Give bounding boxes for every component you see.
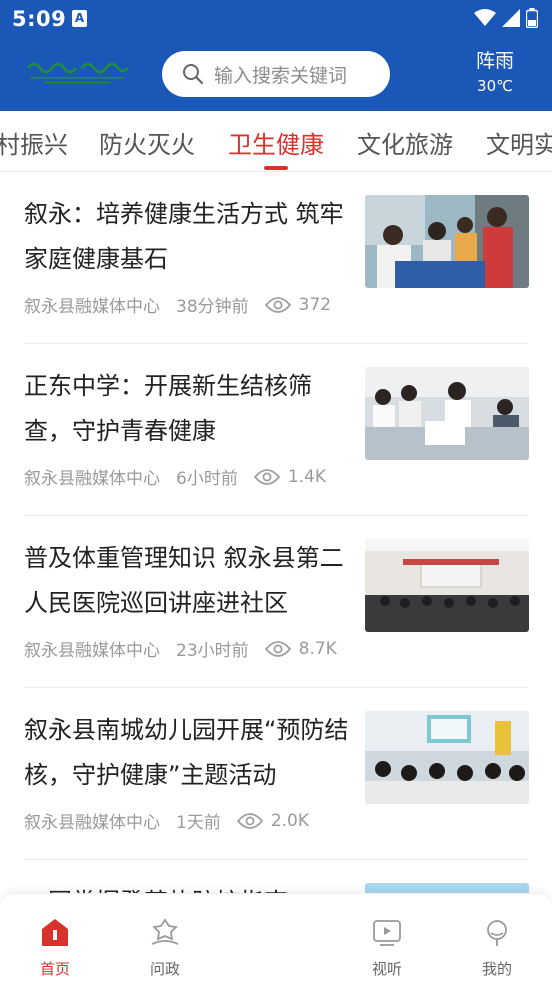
news-meta: 叙永县融媒体中心 38分钟前 372 [24, 292, 332, 318]
nav-home-label: 首页 [39, 960, 70, 978]
tab-civilization[interactable]: 文明实 [486, 125, 552, 160]
news-source: 叙永县融媒体中心 [24, 641, 160, 661]
news-views: 372 [298, 294, 332, 315]
news-thumbnail[interactable] [365, 195, 529, 288]
eye-icon [264, 296, 291, 314]
search-bar[interactable]: 输入搜索关键词 [162, 51, 390, 97]
nav-tv[interactable]: 视听 [347, 916, 427, 979]
tab-fire[interactable]: 防火灭火 [99, 125, 195, 160]
eye-icon [236, 812, 263, 830]
wifi-icon [474, 9, 496, 26]
news-meta: 叙永县融媒体中心 23小时前 8.7K [24, 636, 337, 662]
news-thumbnail[interactable] [365, 539, 529, 632]
news-views: 8.7K [298, 638, 337, 659]
news-views: 2.0K [270, 810, 310, 831]
tv-icon [373, 920, 401, 946]
app-logo[interactable] [26, 52, 130, 90]
news-title: 正东中学：开展新生结核筛查，守护青春健康 [24, 372, 312, 445]
home-icon [42, 919, 68, 946]
news-source: 叙永县融媒体中心 [24, 297, 160, 317]
news-item[interactable]: 叙永县南城幼儿园开展“预防结核，守护健康”主题活动 叙永县融媒体中心 1天前 2… [0, 688, 552, 860]
profile-icon [487, 920, 507, 946]
weather-condition: 阵雨 [475, 50, 514, 72]
news-meta: 叙永县融媒体中心 6小时前 1.4K [24, 464, 327, 490]
nav-question-label: 问政 [149, 960, 180, 978]
news-title: 叙永县南城幼儿园开展“预防结核，守护健康”主题活动 [24, 716, 349, 789]
news-time: 23小时前 [176, 641, 249, 661]
search-placeholder: 输入搜索关键词 [214, 64, 348, 87]
weather-widget[interactable]: 阵雨 30℃ [466, 49, 524, 97]
status-icons [474, 8, 538, 28]
news-time: 6小时前 [176, 469, 238, 489]
news-thumbnail[interactable] [365, 367, 529, 460]
weather-temperature: 30℃ [477, 77, 513, 95]
news-source: 叙永县融媒体中心 [24, 469, 160, 489]
news-time: 38分钟前 [176, 297, 249, 317]
nav-profile[interactable]: 我的 [457, 916, 537, 979]
active-tab-indicator [264, 166, 288, 170]
eye-icon [253, 468, 280, 486]
nav-profile-label: 我的 [481, 960, 512, 978]
news-thumbnail[interactable] [365, 711, 529, 804]
signal-icon [502, 9, 520, 27]
news-source: 叙永县融媒体中心 [24, 813, 160, 833]
search-icon [183, 64, 204, 85]
news-item[interactable]: 叙永：培养健康生活方式 筑牢家庭健康基石 叙永县融媒体中心 38分钟前 372 [0, 172, 552, 344]
status-bar: 5:09 A [0, 0, 552, 38]
tab-health[interactable]: 卫生健康 [228, 125, 324, 160]
eye-icon [264, 640, 291, 658]
news-meta: 叙永县融媒体中心 1天前 2.0K [24, 808, 310, 834]
news-title: 普及体重管理知识 叙永县第二人民医院巡回讲座进社区 [24, 544, 344, 617]
status-time: 5:09 [12, 7, 67, 31]
question-icon [151, 918, 179, 945]
bottom-navigation: 首页 问政 视听 我的 [0, 893, 552, 983]
nav-tv-label: 视听 [371, 960, 402, 978]
news-views: 1.4K [287, 466, 327, 487]
category-tabs: 村振兴 防火灭火 卫生健康 文化旅游 文明实 [0, 111, 552, 172]
news-item[interactable]: 正东中学：开展新生结核筛查，守护青春健康 叙永县融媒体中心 6小时前 1.4K [0, 344, 552, 516]
nav-home[interactable]: 首页 [15, 916, 95, 979]
app-header: 5:09 A 输入搜索关键词 阵雨 30℃ [0, 0, 552, 111]
tab-culture-tourism[interactable]: 文化旅游 [357, 125, 453, 160]
nav-question[interactable]: 问政 [125, 916, 205, 979]
battery-icon [526, 8, 538, 28]
news-title: 叙永：培养健康生活方式 筑牢家庭健康基石 [24, 200, 344, 273]
news-item[interactable]: 普及体重管理知识 叙永县第二人民医院巡回讲座进社区 叙永县融媒体中心 23小时前… [0, 516, 552, 688]
notification-a-icon: A [72, 10, 87, 27]
tab-rural[interactable]: 村振兴 [0, 125, 68, 160]
news-time: 1天前 [176, 813, 221, 833]
